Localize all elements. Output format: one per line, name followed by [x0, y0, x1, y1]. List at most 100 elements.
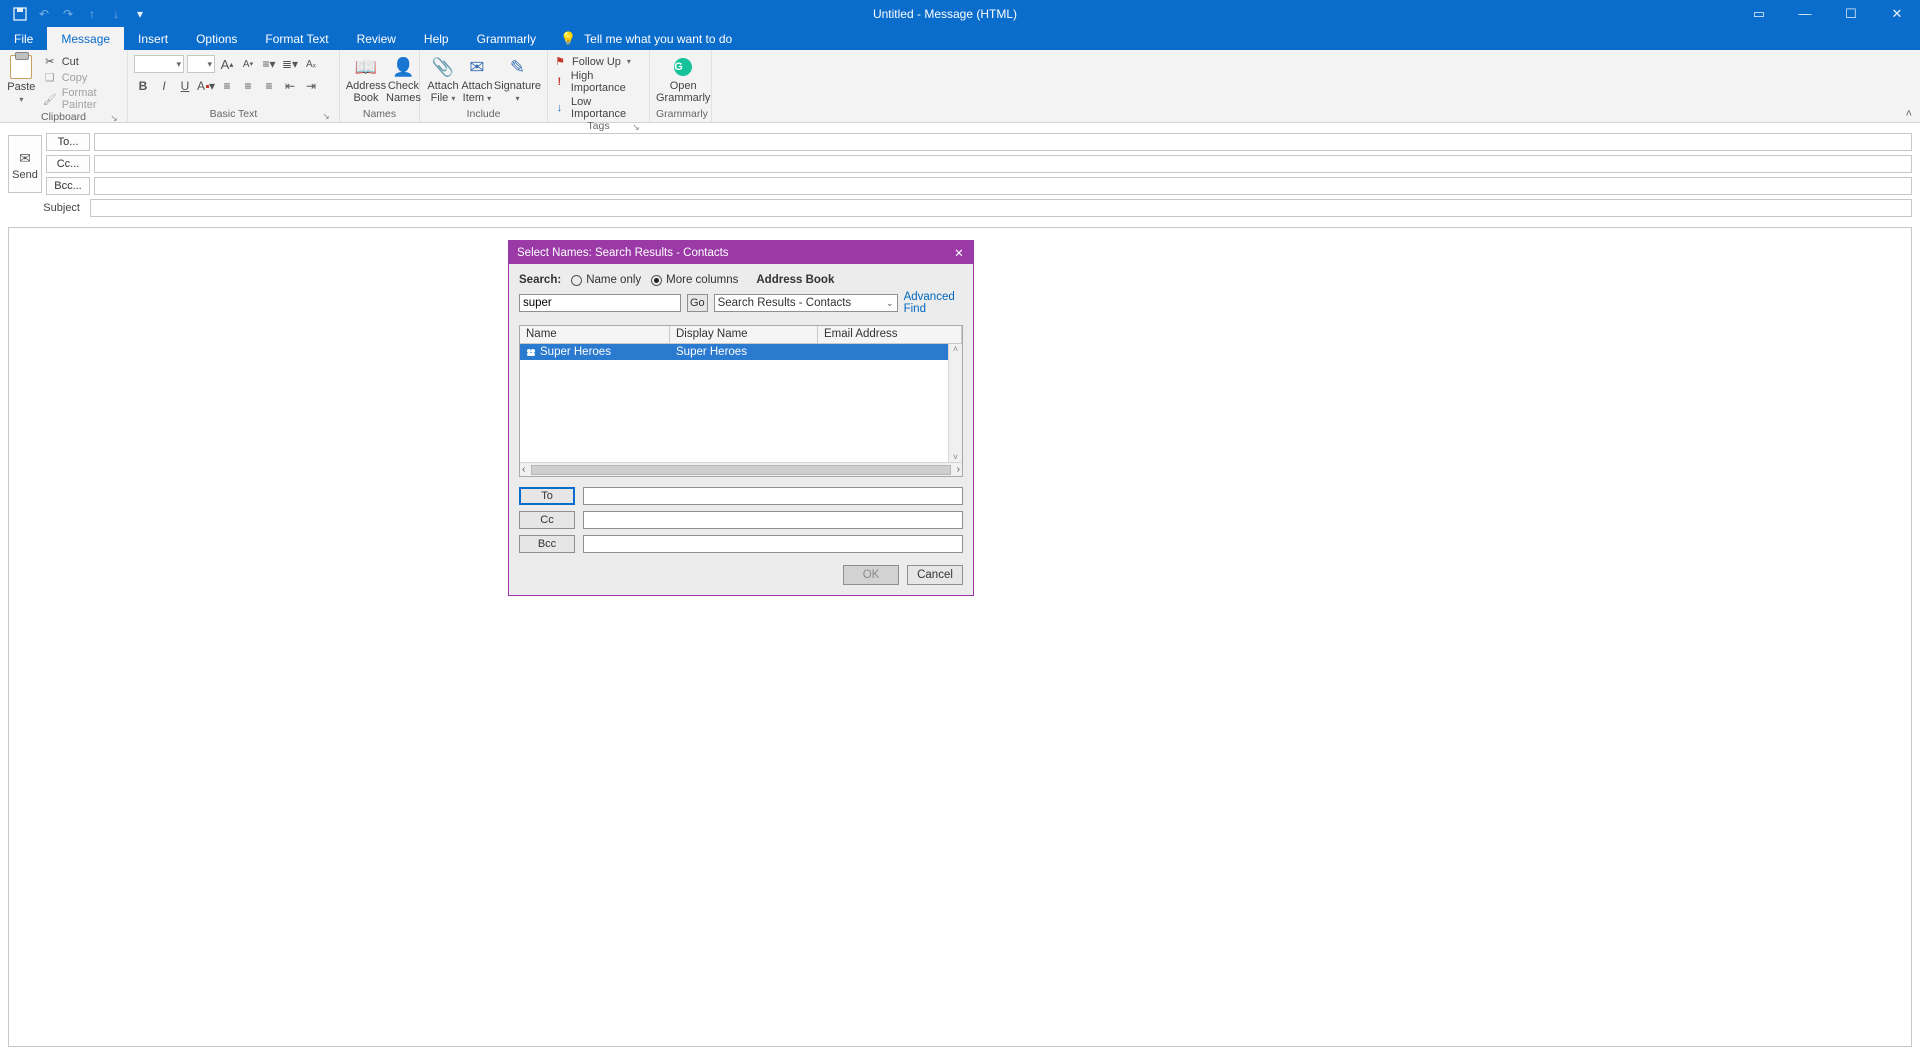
signature-button[interactable]: ✎ Signature▾: [494, 53, 541, 105]
scroll-thumb[interactable]: [531, 465, 950, 475]
dialog-launcher-icon[interactable]: ↘: [109, 113, 119, 123]
go-button[interactable]: Go: [687, 294, 708, 312]
previous-icon[interactable]: ↑: [82, 4, 102, 24]
font-color-button[interactable]: A▾: [197, 77, 215, 95]
cc-field[interactable]: [94, 155, 1912, 173]
send-label: Send: [12, 169, 38, 181]
group-names-label: Names: [346, 108, 413, 122]
arrow-down-icon: ↓: [554, 102, 565, 114]
dialog-launcher-icon[interactable]: ↘: [321, 111, 331, 121]
collapse-ribbon-icon[interactable]: ˄: [1906, 108, 1912, 120]
italic-button[interactable]: I: [155, 77, 173, 95]
tab-review[interactable]: Review: [343, 27, 410, 50]
cc-button[interactable]: Cc...: [46, 155, 90, 173]
tab-insert[interactable]: Insert: [124, 27, 182, 50]
address-book-combo[interactable]: Search Results - Contacts ⌄: [714, 294, 898, 312]
save-icon[interactable]: [10, 4, 30, 24]
to-button[interactable]: To...: [46, 133, 90, 151]
close-icon[interactable]: ✕: [949, 246, 969, 260]
bold-button[interactable]: B: [134, 77, 152, 95]
tab-help[interactable]: Help: [410, 27, 463, 50]
cut-button[interactable]: ✂Cut: [43, 55, 121, 68]
check-names-button[interactable]: 👤 Check Names: [386, 53, 421, 104]
dialog-bcc-field[interactable]: [583, 535, 963, 553]
tab-format-text[interactable]: Format Text: [251, 27, 342, 50]
increase-indent-button[interactable]: ⇥: [302, 77, 320, 95]
minimize-button[interactable]: —: [1782, 0, 1828, 27]
close-button[interactable]: ✕: [1874, 0, 1920, 27]
qat-customize-icon[interactable]: ▾: [130, 4, 150, 24]
paperclip-icon: 📎: [430, 55, 456, 79]
align-right-button[interactable]: ≡: [260, 77, 278, 95]
dialog-cc-button[interactable]: Cc: [519, 511, 575, 529]
attach-file-button[interactable]: 📎 Attach File ▾: [426, 53, 460, 105]
horizontal-scrollbar[interactable]: ‹ ›: [520, 462, 962, 476]
tab-grammarly[interactable]: Grammarly: [463, 27, 550, 50]
group-names: 📖 Address Book 👤 Check Names Names: [340, 50, 420, 122]
advanced-find-link[interactable]: Advanced Find: [904, 291, 963, 315]
column-display-name[interactable]: Display Name: [670, 326, 818, 343]
vertical-scrollbar[interactable]: ˄˅: [948, 344, 962, 462]
cancel-button[interactable]: Cancel: [907, 565, 963, 585]
send-button[interactable]: ✉ Send: [8, 135, 42, 193]
numbering-button[interactable]: ≣▾: [281, 55, 299, 73]
paste-label: Paste: [7, 81, 35, 93]
to-field[interactable]: [94, 133, 1912, 151]
high-importance-button[interactable]: !High Importance: [554, 70, 643, 94]
scroll-right-icon[interactable]: ›: [957, 464, 960, 475]
align-left-button[interactable]: ≡: [218, 77, 236, 95]
flag-icon: ⚑: [554, 55, 566, 68]
name-only-radio[interactable]: Name only: [571, 274, 641, 286]
group-basic-text: ▾ ▾ A▴ A▾ ≡▾ ≣▾ Aₓ B I U A▾ ≡ ≡ ≡ ⇤: [128, 50, 340, 122]
font-combo[interactable]: ▾: [134, 55, 184, 73]
attach-item-button[interactable]: ✉ Attach Item ▾: [460, 53, 494, 105]
paste-button[interactable]: Paste ▾: [6, 53, 37, 104]
ok-button[interactable]: OK: [843, 565, 899, 585]
low-importance-button[interactable]: ↓Low Importance: [554, 96, 643, 120]
dialog-to-button[interactable]: To: [519, 487, 575, 505]
format-painter-button[interactable]: 🖌Format Painter: [43, 87, 121, 111]
tab-options[interactable]: Options: [182, 27, 251, 50]
open-grammarly-button[interactable]: G Open Grammarly: [656, 53, 710, 104]
bullets-button[interactable]: ≡▾: [260, 55, 278, 73]
chevron-down-icon: ▾: [627, 57, 631, 66]
shrink-font-button[interactable]: A▾: [239, 55, 257, 73]
decrease-indent-button[interactable]: ⇤: [281, 77, 299, 95]
font-size-combo[interactable]: ▾: [187, 55, 215, 73]
follow-up-button[interactable]: ⚑Follow Up ▾: [554, 55, 643, 68]
group-include-label: Include: [426, 108, 541, 122]
tell-me[interactable]: 💡 Tell me what you want to do: [560, 27, 732, 50]
select-names-dialog: Select Names: Search Results - Contacts …: [508, 240, 974, 596]
address-book-button[interactable]: 📖 Address Book: [346, 53, 386, 104]
dialog-cc-field[interactable]: [583, 511, 963, 529]
tab-message[interactable]: Message: [47, 27, 124, 50]
scroll-left-icon[interactable]: ‹: [522, 464, 525, 475]
next-icon[interactable]: ↓: [106, 4, 126, 24]
redo-icon[interactable]: ↷: [58, 4, 78, 24]
copy-button[interactable]: ❏Copy: [43, 71, 121, 84]
dialog-to-field[interactable]: [583, 487, 963, 505]
dialog-bcc-button[interactable]: Bcc: [519, 535, 575, 553]
column-name[interactable]: Name: [520, 326, 670, 343]
search-input[interactable]: [519, 294, 681, 312]
dialog-title-bar[interactable]: Select Names: Search Results - Contacts …: [509, 241, 973, 264]
bcc-button[interactable]: Bcc...: [46, 177, 90, 195]
ribbon-display-options-icon[interactable]: ▭: [1736, 0, 1782, 27]
column-email[interactable]: Email Address: [818, 326, 962, 343]
window-controls: ▭ — ☐ ✕: [1736, 0, 1920, 27]
grow-font-button[interactable]: A▴: [218, 55, 236, 73]
dialog-launcher-icon[interactable]: ↘: [631, 122, 641, 132]
bcc-field[interactable]: [94, 177, 1912, 195]
group-grammarly-label: Grammarly: [656, 108, 705, 122]
maximize-button[interactable]: ☐: [1828, 0, 1874, 27]
result-row[interactable]: Super Heroes Super Heroes: [520, 344, 962, 360]
clear-formatting-button[interactable]: Aₓ: [302, 55, 320, 73]
tab-file[interactable]: File: [0, 27, 47, 50]
subject-field[interactable]: [90, 199, 1912, 217]
subject-label: Subject: [8, 202, 86, 214]
chevron-down-icon: ▾: [19, 95, 23, 104]
more-columns-radio[interactable]: More columns: [651, 274, 738, 286]
underline-button[interactable]: U: [176, 77, 194, 95]
align-center-button[interactable]: ≡: [239, 77, 257, 95]
undo-icon[interactable]: ↶: [34, 4, 54, 24]
